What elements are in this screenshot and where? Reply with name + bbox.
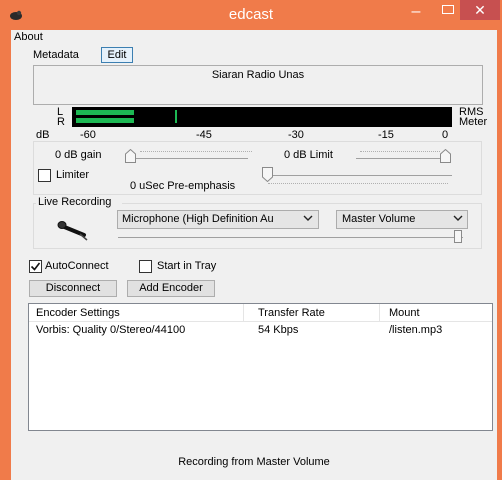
tab-metadata[interactable]: Metadata [33, 49, 93, 63]
disconnect-button[interactable]: Disconnect [29, 280, 117, 297]
column-header-mount[interactable]: Mount [389, 307, 479, 319]
metadata-text: Siaran Radio Unas [211, 69, 305, 81]
recording-device-value: Microphone (High Definition Au [122, 213, 274, 225]
meter-peak [175, 110, 177, 123]
limit-slider-ticks [360, 151, 440, 154]
preemphasis-slider-track[interactable] [262, 175, 452, 176]
limiter-checkbox[interactable] [38, 169, 51, 182]
maximize-icon[interactable] [442, 5, 454, 14]
meter-bar-right [76, 118, 134, 123]
gain-slider-thumb[interactable] [125, 148, 136, 163]
meter-r-label: R [57, 116, 65, 128]
scale-tick-label: -60 [80, 129, 96, 141]
autoconnect-checkbox[interactable] [29, 260, 42, 273]
minimize-icon[interactable]: – [404, 3, 428, 23]
scale-tick-label: 0 [442, 129, 449, 141]
close-icon[interactable]: ✕ [460, 0, 500, 20]
meter-bar-left [76, 110, 134, 115]
recording-volume-slider-thumb[interactable] [454, 230, 462, 243]
edit-button[interactable]: Edit [101, 47, 133, 63]
preemphasis-label: 0 uSec Pre-emphasis [130, 180, 236, 192]
column-divider[interactable] [379, 304, 380, 321]
microphone-icon [56, 217, 88, 241]
column-header-transfer-rate[interactable]: Transfer Rate [258, 307, 368, 319]
start-in-tray-label: Start in Tray [157, 260, 217, 272]
window-border-left [0, 30, 11, 480]
menu-about[interactable]: About [14, 31, 54, 45]
add-encoder-button[interactable]: Add Encoder [127, 280, 215, 297]
preemphasis-slider-ticks [268, 183, 448, 186]
meter-label: Meter [459, 116, 488, 128]
limiter-label: Limiter [56, 169, 90, 181]
encoder-settings-cell: Vorbis: Quality 0/Stereo/44100 [36, 324, 186, 336]
volume-source-value: Master Volume [342, 213, 416, 225]
mount-cell: /listen.mp3 [389, 324, 443, 336]
scale-tick-label: -30 [288, 129, 304, 141]
limit-slider-track[interactable] [356, 158, 451, 159]
transfer-rate-cell: 54 Kbps [258, 324, 299, 336]
limit-label: 0 dB Limit [284, 149, 333, 161]
chevron-down-icon[interactable] [453, 212, 465, 227]
column-divider[interactable] [243, 304, 244, 321]
scale-tick-label: -45 [196, 129, 212, 141]
live-recording-label: Live Recording [36, 196, 122, 208]
column-header-encoder-settings[interactable]: Encoder Settings [36, 307, 236, 319]
scale-tick-label: -15 [378, 129, 394, 141]
gain-slider-track[interactable] [128, 158, 248, 159]
gain-label: 0 dB gain [55, 149, 102, 161]
recording-volume-slider-track[interactable] [118, 237, 463, 238]
start-in-tray-checkbox[interactable] [139, 260, 152, 273]
chevron-down-icon[interactable] [303, 212, 315, 227]
db-label: dB [36, 129, 50, 141]
status-text: Recording from Master Volume [178, 456, 330, 468]
autoconnect-label: AutoConnect [45, 260, 109, 272]
window-border-right [497, 30, 502, 480]
gain-slider-ticks [140, 151, 252, 154]
limit-slider-thumb[interactable] [440, 148, 451, 163]
